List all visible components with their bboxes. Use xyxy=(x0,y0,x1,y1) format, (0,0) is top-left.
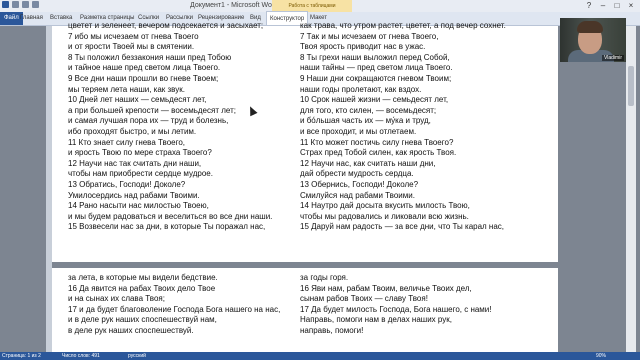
text-line: сынам рабов Твоих — славу Твоя! xyxy=(300,294,428,304)
text-line: 13 Обратись, Господи! Доколе? xyxy=(68,179,186,189)
text-line: и от ярости Твоей мы в смятении. xyxy=(68,42,195,52)
document-page-2[interactable]: за лета, в которые мы видели бедствие. 16… xyxy=(52,268,558,352)
text-line: 8 Ты грехи наши выложил перед Собой, xyxy=(300,52,450,62)
minimize-button[interactable]: – xyxy=(596,0,610,12)
table-column-left: цветет и зеленеет, вечером подсекается и… xyxy=(68,21,272,233)
text-line: и мы будем радоваться и веселиться во вс… xyxy=(68,211,273,221)
text-line: Страх пред Тобой силен, как ярость Твоя. xyxy=(300,148,457,158)
window-title: Документ1 - Microsoft Word xyxy=(190,2,279,9)
text-line: Умилосердись над рабами Твоими. xyxy=(68,190,200,200)
text-line: 9 Все дни наши прошли во гневе Твоем; xyxy=(68,73,219,83)
text-line: цветет и зеленеет, вечером подсекается и… xyxy=(68,21,264,30)
text-line: ибо проходят быстро, и мы летим. xyxy=(68,126,197,136)
title-bar: Документ1 - Microsoft Word Работа с табл… xyxy=(0,0,640,12)
text-line: мы теряем лета наши, как звук. xyxy=(68,84,185,94)
text-line: Направь, помоги нам в делах наших рук, xyxy=(300,315,452,325)
text-line: и на сынах их слава Твоя; xyxy=(68,294,165,304)
text-line: и ярость Твою по мере страха Твоего? xyxy=(68,148,212,158)
table-column-left: за лета, в которые мы видели бедствие. 16… xyxy=(68,273,280,337)
text-line: как трава, что утром растет, цветет, а п… xyxy=(300,21,506,30)
help-button[interactable]: ? xyxy=(582,0,596,12)
text-line: а при большей крепости — восемьдесят лет… xyxy=(68,105,236,115)
text-line: и все проходит, и мы отлетаем. xyxy=(300,126,417,136)
text-line: наши тайны — пред светом лица Твоего. xyxy=(300,63,453,73)
text-line: 15 Возвесели нас за дни, в которые Ты по… xyxy=(68,222,266,232)
text-line: за годы горя. xyxy=(300,273,349,282)
text-line: 10 Дней лет наших — семьдесят лет, xyxy=(68,95,207,105)
text-line: и тайное наше пред светом лица Твоего. xyxy=(68,63,221,73)
text-line: чтобы нам приобрести сердце мудрое. xyxy=(68,169,213,179)
status-page-count[interactable]: Страница: 1 из 2 xyxy=(2,352,41,360)
text-line: 7 ибо мы исчезаем от гнева Твоего xyxy=(68,31,199,41)
redo-icon[interactable] xyxy=(32,1,39,8)
text-line: 16 Да явится на рабах Твоих дело Твое xyxy=(68,283,216,293)
text-line: 14 Наутро дай досыта вкусить милость Тво… xyxy=(300,201,470,211)
text-line: наши годы пролетают, как вздох. xyxy=(300,84,422,94)
text-line: 7 Так и мы исчезаем от гнева Твоего, xyxy=(300,31,439,41)
vertical-scrollbar[interactable] xyxy=(626,26,636,352)
text-line: Твоя ярость приводит нас в ужас. xyxy=(300,42,426,52)
webcam-overlay: Vladimir xyxy=(560,18,626,62)
text-line: 8 Ты положил беззакония наши пред Тобою xyxy=(68,52,232,62)
word-logo-icon xyxy=(2,1,9,8)
text-line: 9 Наши дни сокращаются гневом Твоим; xyxy=(300,73,452,83)
webcam-name-label: Vladimir xyxy=(601,55,624,61)
text-line: для того, кто силен, — восемьдесят; xyxy=(300,105,437,115)
text-line: 16 Яви нам, рабам Твоим, величье Твоих д… xyxy=(300,283,472,293)
text-line: 12 Научи нас, как считать наши дни, xyxy=(300,158,436,168)
text-line: направь, помоги! xyxy=(300,325,364,335)
tab-home[interactable]: Главная xyxy=(20,12,43,25)
text-line: и самая лучшая пора их — труд и болезнь, xyxy=(68,116,229,126)
scrollbar-thumb[interactable] xyxy=(628,66,634,106)
text-line: 17 и да будет благоволение Господа Бога … xyxy=(68,304,281,314)
text-line: 17 Да будет милость Господа, Бога нашего… xyxy=(300,304,492,314)
undo-icon[interactable] xyxy=(22,1,29,8)
table-column-right: как трава, что утром растет, цветет, а п… xyxy=(300,21,506,233)
text-line: и в деле рук наших споспешествуй нам, xyxy=(68,315,217,325)
table-column-right: за годы горя. 16 Яви нам, рабам Твоим, ве… xyxy=(300,273,492,337)
text-line: за лета, в которые мы видели бедствие. xyxy=(68,273,218,282)
save-icon[interactable] xyxy=(12,1,19,8)
status-language[interactable]: русский xyxy=(128,352,146,360)
text-line: 10 Срок нашей жизни — семьдесят лет, xyxy=(300,95,449,105)
maximize-button[interactable]: □ xyxy=(610,0,624,12)
text-line: 12 Научи нас так считать дни наши, xyxy=(68,158,202,168)
text-line: 14 Рано насыти нас милостью Твоею, xyxy=(68,201,209,211)
text-line: 11 Кто может постичь силу гнева Твоего? xyxy=(300,137,454,147)
text-line: дай обрести мудрость сердца. xyxy=(300,169,414,179)
status-bar: Страница: 1 из 2 Число слов: 491 русский… xyxy=(0,352,640,360)
text-line: 15 Даруй нам радость — за все дни, что Т… xyxy=(300,222,505,232)
quick-access-toolbar xyxy=(2,1,39,8)
close-button[interactable]: × xyxy=(624,0,638,12)
text-line: 13 Обернись, Господи! Доколе? xyxy=(300,179,419,189)
text-line: в деле рук наших споспешествуй. xyxy=(68,325,194,335)
text-line: чтобы мы радовались и ликовали всю жизнь… xyxy=(300,211,469,221)
text-line: 11 Кто знает силу гнева Твоего, xyxy=(68,137,186,147)
text-line: и бо́льшая часть их — му́ка и труд, xyxy=(300,116,431,126)
status-word-count[interactable]: Число слов: 491 xyxy=(62,352,100,360)
text-line: Смилуйся над рабами Твоими. xyxy=(300,190,415,200)
zoom-level[interactable]: 90% xyxy=(596,352,606,360)
document-page-1[interactable]: цветет и зеленеет, вечером подсекается и… xyxy=(52,21,558,262)
